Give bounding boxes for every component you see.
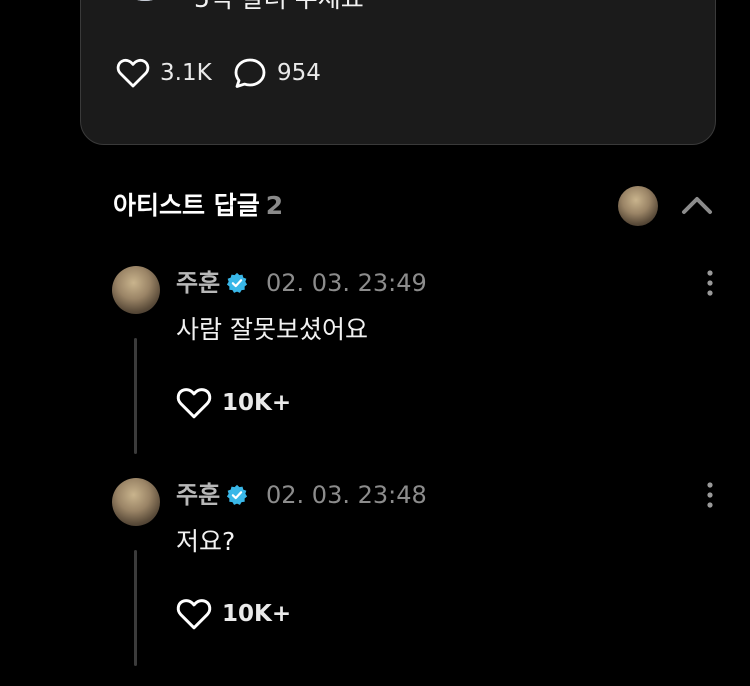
artist-avatar xyxy=(618,186,658,226)
comment-text: 사람 잘못보셨어요 xyxy=(176,315,368,344)
post-comment-count: 954 xyxy=(277,60,321,86)
commenter-avatar[interactable] xyxy=(112,478,160,526)
verified-badge-icon xyxy=(226,484,248,505)
heart-icon xyxy=(176,599,212,630)
thread-line xyxy=(134,550,137,666)
thread-line xyxy=(134,338,137,454)
comment-text: 저요? xyxy=(176,527,236,556)
comment-timestamp: 02. 03. 23:48 xyxy=(266,481,427,509)
post-comment-button[interactable]: 954 xyxy=(233,55,321,91)
post-card: 5억 달러 주세요 3.1K 954 xyxy=(80,0,716,145)
heart-icon xyxy=(176,388,212,419)
post-like-button[interactable]: 3.1K xyxy=(116,55,212,91)
post-text: 5억 달러 주세요 xyxy=(194,0,364,17)
more-vertical-icon[interactable] xyxy=(700,268,720,298)
commenter-name[interactable]: 주훈 xyxy=(176,478,220,512)
heart-icon xyxy=(116,58,150,88)
commenter-name[interactable]: 주훈 xyxy=(176,266,220,300)
comment-bubble-icon xyxy=(234,58,266,88)
artist-replies-count: 2 xyxy=(265,191,284,220)
comment-like-button[interactable]: 10K+ xyxy=(176,385,291,421)
commenter-avatar[interactable] xyxy=(112,266,160,314)
post-like-count: 3.1K xyxy=(160,60,212,86)
chevron-up-icon[interactable] xyxy=(680,190,714,220)
artist-replies-header: 아티스트 답글 2 xyxy=(113,186,283,226)
more-vertical-icon[interactable] xyxy=(700,480,720,510)
post-author-avatar[interactable] xyxy=(114,0,176,1)
comment-like-count: 10K+ xyxy=(222,601,292,627)
verified-badge-icon xyxy=(226,272,248,293)
comment-timestamp: 02. 03. 23:49 xyxy=(266,269,427,297)
artist-replies-title: 아티스트 답글 xyxy=(113,191,260,220)
comment-like-button[interactable]: 10K+ xyxy=(176,596,291,632)
comment-like-count: 10K+ xyxy=(222,390,292,416)
